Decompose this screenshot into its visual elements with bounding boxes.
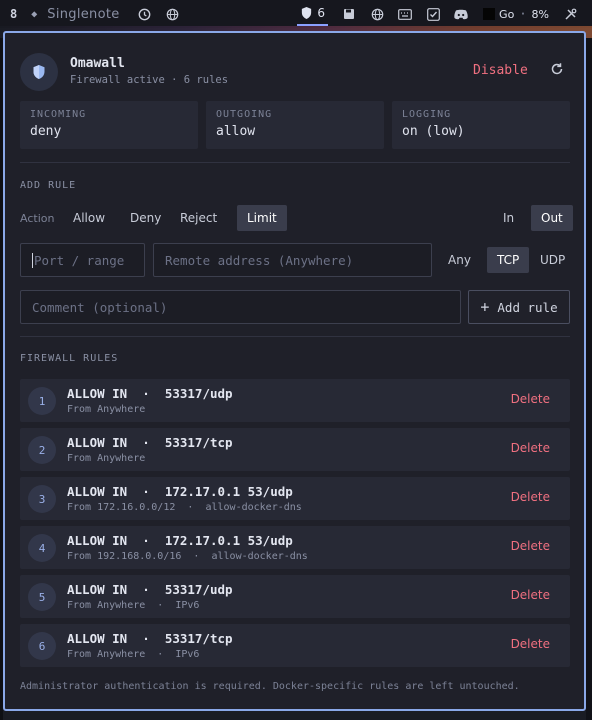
checkbox-icon[interactable]	[426, 7, 440, 21]
go-app-icon[interactable]	[482, 7, 496, 21]
rule-summary: ALLOW IN · 53317/tcp	[67, 435, 233, 450]
rule-row: 2 ALLOW IN · 53317/tcp From Anywhere Del…	[20, 428, 570, 471]
clock-icon[interactable]	[138, 7, 152, 21]
address-placeholder: Remote address (Anywhere)	[165, 252, 354, 268]
tools-icon[interactable]	[563, 7, 577, 21]
action-limit[interactable]: Limit	[237, 205, 287, 231]
comment-row: Comment (optional) + Add rule	[20, 290, 570, 324]
active-window-title: Singlenote	[47, 6, 120, 22]
port-input[interactable]: Port / range	[20, 243, 145, 277]
add-rule-button[interactable]: + Add rule	[468, 290, 570, 324]
direction-in[interactable]: In	[493, 205, 524, 231]
comment-placeholder: Comment (optional)	[32, 299, 168, 315]
app-name: Omawall	[70, 56, 125, 71]
action-label: Action	[20, 212, 55, 225]
rule-summary: ALLOW IN · 53317/tcp	[67, 631, 233, 646]
firewall-indicator[interactable]: 6	[297, 2, 329, 26]
rule-inputs: Port / range Remote address (Anywhere) A…	[20, 243, 570, 277]
footer-note: Administrator authentication is required…	[20, 681, 520, 692]
rule-source: From Anywhere · IPv6	[67, 649, 200, 660]
disable-button[interactable]: Disable	[473, 63, 528, 78]
remote-address-input[interactable]: Remote address (Anywhere)	[153, 243, 432, 277]
keyboard-icon[interactable]	[398, 7, 412, 21]
action-deny[interactable]: Deny	[120, 205, 171, 231]
delete-rule-button[interactable]: Delete	[511, 637, 550, 651]
delete-rule-button[interactable]: Delete	[511, 441, 550, 455]
shield-icon	[302, 6, 312, 20]
rule-source: From Anywhere	[67, 453, 146, 464]
rule-source: From 172.16.0.0/12 · allow-docker-dns	[67, 502, 302, 513]
rule-row: 3 ALLOW IN · 172.17.0.1 53/udp From 172.…	[20, 477, 570, 520]
protocol-any[interactable]: Any	[438, 247, 481, 273]
incoming-policy: INCOMING deny	[20, 101, 198, 149]
rule-summary: ALLOW IN · 172.17.0.1 53/udp	[67, 484, 293, 499]
outgoing-policy: OUTGOING allow	[206, 101, 384, 149]
delete-rule-button[interactable]: Delete	[511, 588, 550, 602]
save-icon[interactable]	[342, 7, 356, 21]
rule-source: From 192.168.0.0/16 · allow-docker-dns	[67, 551, 308, 562]
comment-input[interactable]: Comment (optional)	[20, 290, 461, 324]
top-bar: 8 ◆ Singlenote 6 Go · 8%	[0, 0, 592, 28]
globe-icon[interactable]	[370, 7, 384, 21]
stat-label: OUTGOING	[216, 109, 273, 120]
rule-number: 5	[28, 583, 56, 611]
rule-row: 5 ALLOW IN · 53317/udp From Anywhere · I…	[20, 575, 570, 618]
rule-summary: ALLOW IN · 53317/udp	[67, 582, 233, 597]
plus-icon: +	[480, 298, 490, 316]
port-placeholder: Port / range	[34, 252, 125, 268]
rule-source: From Anywhere	[67, 404, 146, 415]
discord-icon[interactable]	[454, 7, 468, 21]
policy-summary: INCOMING deny OUTGOING allow LOGGING on …	[20, 101, 570, 149]
direction-out[interactable]: Out	[531, 205, 573, 231]
rule-number: 4	[28, 534, 56, 562]
refresh-icon[interactable]	[550, 61, 566, 77]
firewall-rule-count: 6	[317, 6, 326, 20]
protocol-tcp[interactable]: TCP	[487, 247, 530, 273]
rule-source: From Anywhere · IPv6	[67, 600, 200, 611]
perf-label: Go	[499, 7, 515, 21]
rule-summary: ALLOW IN · 172.17.0.1 53/udp	[67, 533, 293, 548]
rule-summary: ALLOW IN · 53317/udp	[67, 386, 233, 401]
stat-value: deny	[30, 124, 62, 139]
delete-rule-button[interactable]: Delete	[511, 392, 550, 406]
stat-value: on (low)	[402, 124, 465, 139]
rule-row: 4 ALLOW IN · 172.17.0.1 53/udp From 192.…	[20, 526, 570, 569]
firewall-rules-heading: FIREWALL RULES	[20, 353, 119, 364]
text-caret	[32, 252, 33, 268]
rule-number: 3	[28, 485, 56, 513]
rule-row: 6 ALLOW IN · 53317/tcp From Anywhere · I…	[20, 624, 570, 667]
logging-policy: LOGGING on (low)	[392, 101, 570, 149]
add-rule-label: Add rule	[497, 299, 558, 315]
shield-icon	[20, 53, 58, 91]
cpu-usage[interactable]: 8%	[532, 8, 549, 21]
add-rule-heading: ADD RULE	[20, 180, 77, 191]
action-row: Action Allow Deny Reject Limit In Out	[20, 205, 573, 231]
divider	[20, 162, 570, 163]
delete-rule-button[interactable]: Delete	[511, 539, 550, 553]
action-reject[interactable]: Reject	[170, 205, 227, 231]
diamond-icon: ◆	[31, 8, 38, 20]
rule-number: 1	[28, 387, 56, 415]
stat-label: LOGGING	[402, 109, 452, 120]
firewall-panel: Omawall Firewall active · 6 rules Disabl…	[3, 31, 586, 711]
stat-value: allow	[216, 124, 256, 139]
delete-rule-button[interactable]: Delete	[511, 490, 550, 504]
divider	[20, 336, 570, 337]
workspace-indicator[interactable]: 8	[10, 7, 17, 21]
rule-number: 2	[28, 436, 56, 464]
rule-number: 6	[28, 632, 56, 660]
rule-row: 1 ALLOW IN · 53317/udp From Anywhere Del…	[20, 379, 570, 422]
protocol-udp[interactable]: UDP	[530, 247, 575, 273]
action-allow[interactable]: Allow	[63, 205, 115, 231]
separator-dot: ·	[519, 7, 527, 21]
globe-icon[interactable]	[166, 7, 180, 21]
background-window-edge	[586, 38, 592, 720]
firewall-status: Firewall active · 6 rules	[70, 74, 229, 86]
stat-label: INCOMING	[30, 109, 87, 120]
panel-header: Omawall Firewall active · 6 rules Disabl…	[20, 49, 570, 95]
rules-list: 1 ALLOW IN · 53317/udp From Anywhere Del…	[20, 379, 570, 673]
